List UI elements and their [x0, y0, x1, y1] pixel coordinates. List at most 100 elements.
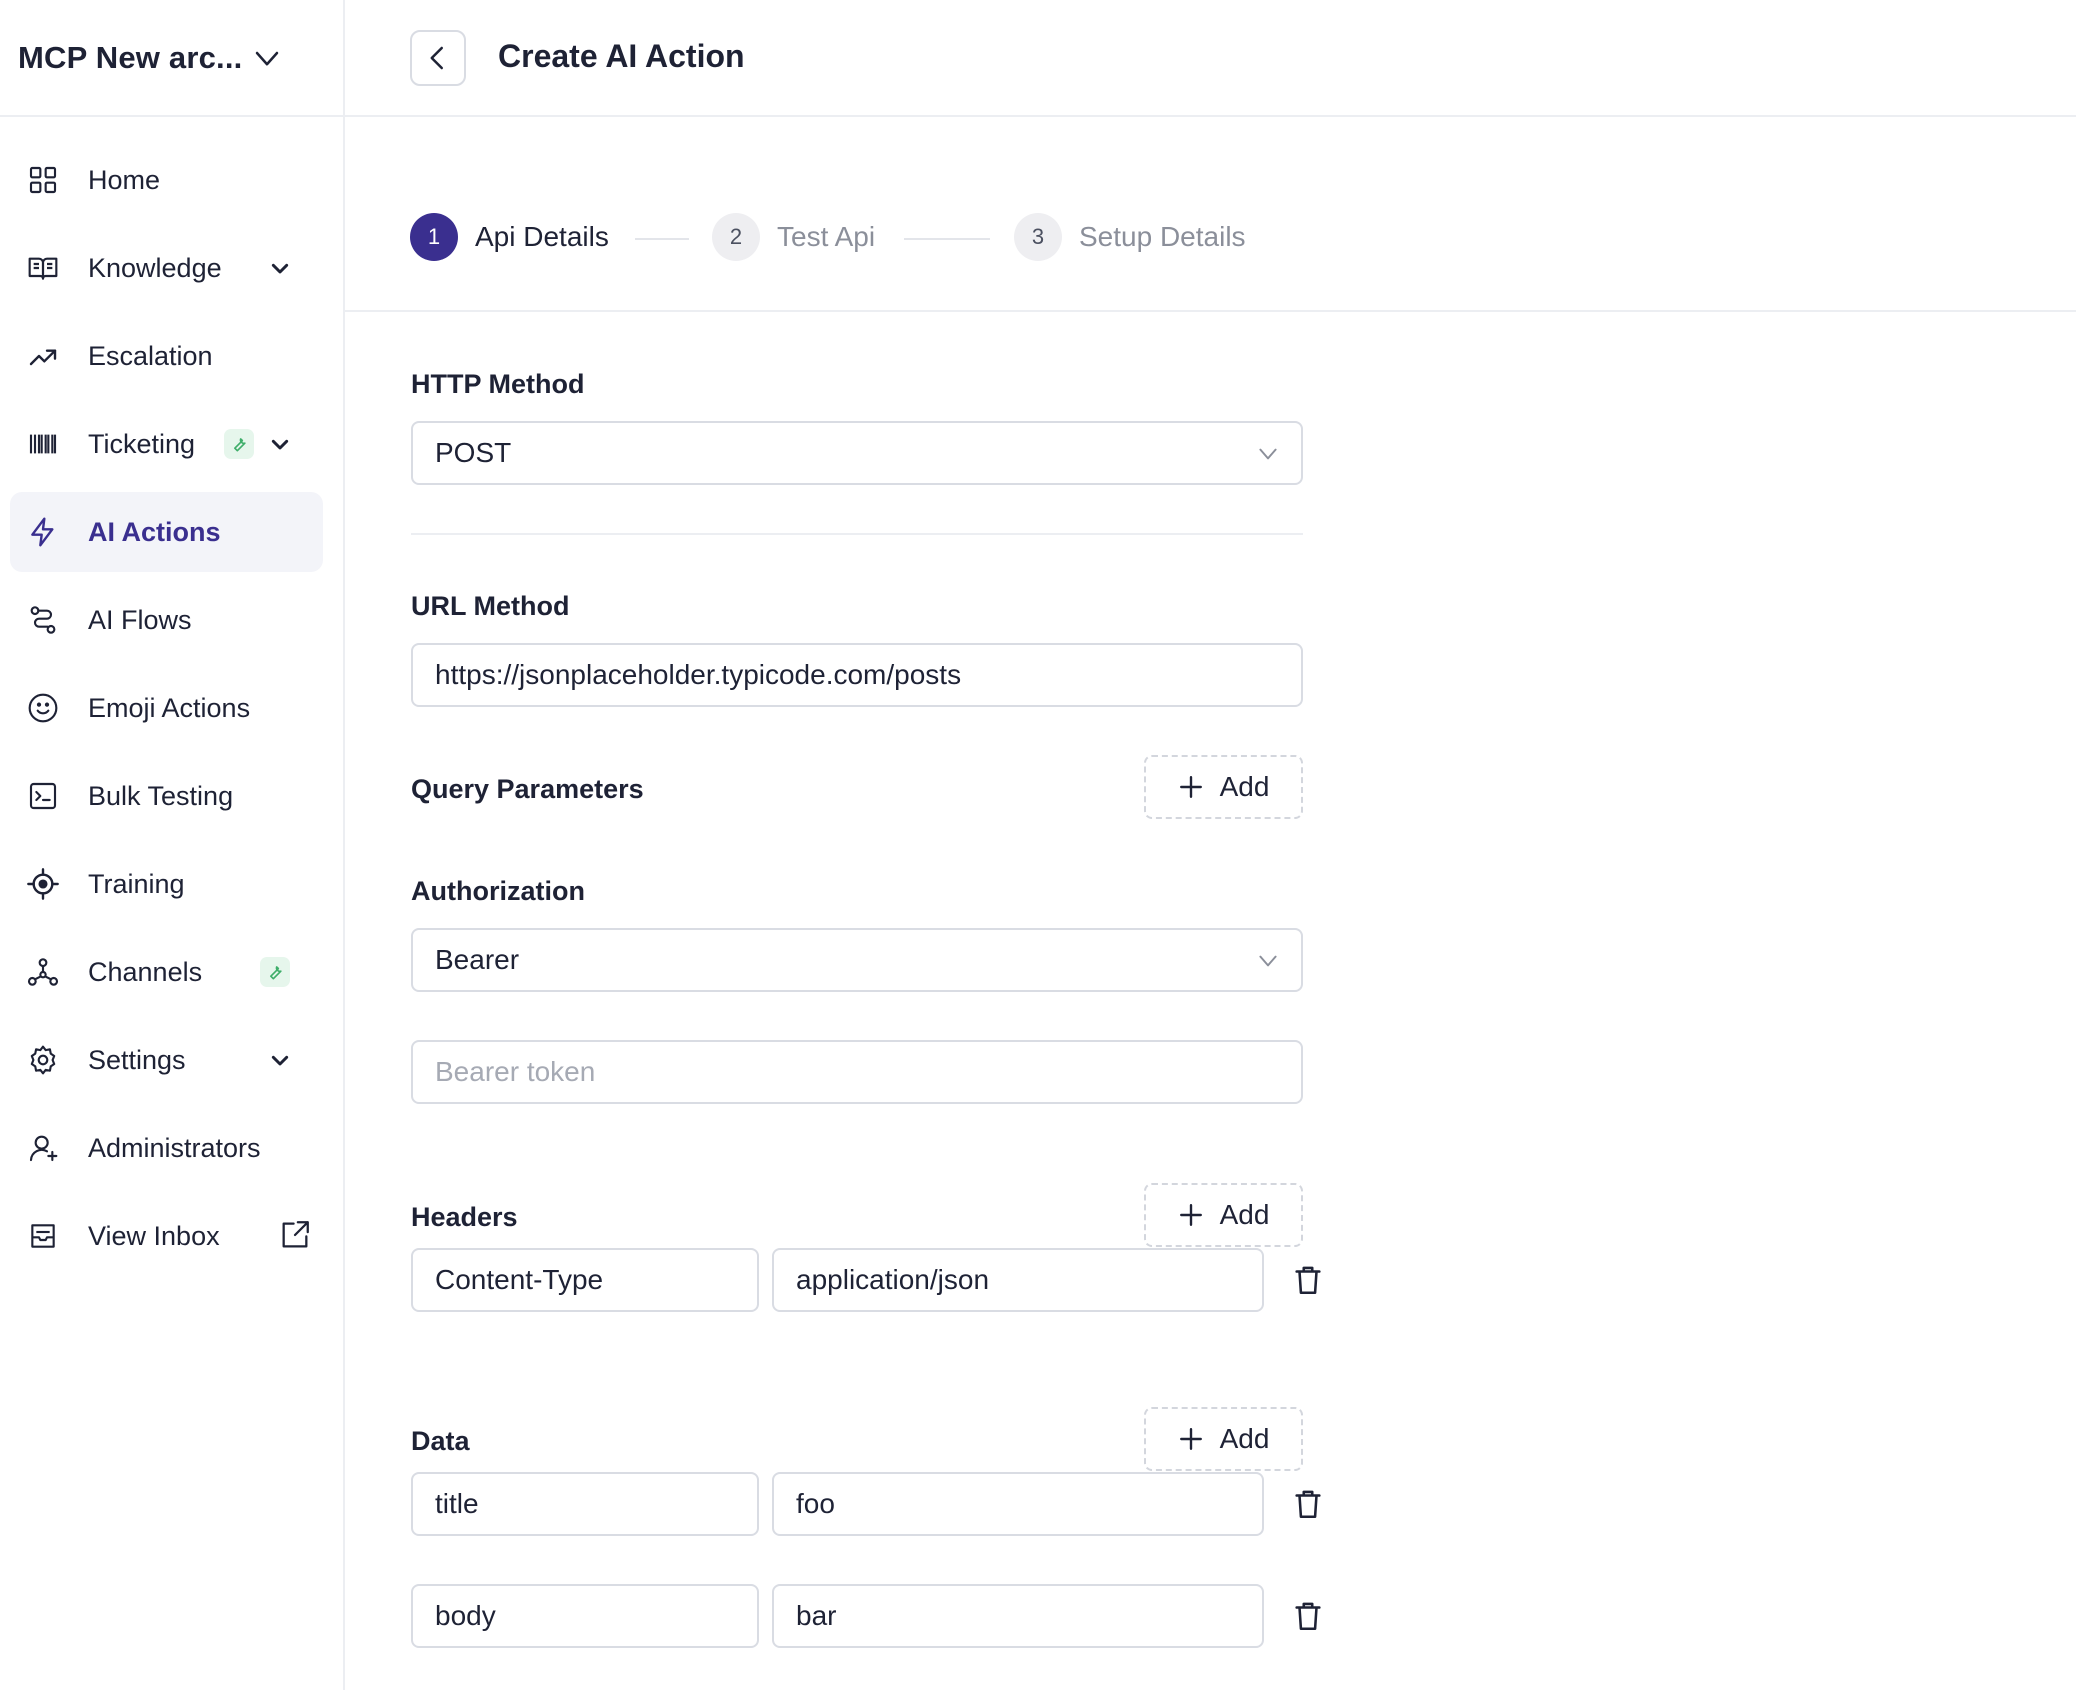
sidebar-item-escalation[interactable]: Escalation	[10, 316, 323, 396]
workspace-name: MCP New arc...	[18, 39, 243, 75]
sidebar-item-bulk-testing[interactable]: Bulk Testing	[10, 756, 323, 836]
step-number: 2	[712, 213, 760, 261]
trash-icon[interactable]	[1291, 1263, 1325, 1297]
step-number: 3	[1014, 213, 1062, 261]
sidebar-item-label: AI Flows	[88, 604, 192, 635]
data-value-value: bar	[796, 1600, 837, 1631]
trash-icon[interactable]	[1291, 1599, 1325, 1633]
url-value: https://jsonplaceholder.typicode.com/pos…	[435, 659, 962, 690]
url-method-label: URL Method	[411, 591, 570, 621]
data-key-value: body	[435, 1600, 496, 1631]
target-icon	[26, 867, 60, 901]
sidebar-item-label: Home	[88, 164, 161, 195]
add-label: Add	[1219, 1423, 1270, 1454]
plus-icon	[1178, 1426, 1204, 1452]
gear-icon	[26, 1043, 60, 1077]
sidebar-item-label: View Inbox	[88, 1220, 220, 1251]
external-link-icon[interactable]	[278, 1218, 312, 1252]
sidebar-item-administrators[interactable]: Administrators	[10, 1108, 323, 1188]
wrench-icon	[224, 429, 254, 459]
chevron-down-icon	[252, 43, 282, 73]
headers-label: Headers	[411, 1202, 518, 1232]
authorization-label: Authorization	[411, 876, 585, 906]
sidebar-item-label: Escalation	[88, 340, 213, 371]
back-button[interactable]	[410, 30, 466, 86]
sidebar-item-label: Knowledge	[88, 252, 222, 283]
data-key-input[interactable]: title	[411, 1472, 759, 1536]
add-data-button[interactable]: Add	[1144, 1407, 1303, 1471]
bearer-token-placeholder: Bearer token	[435, 1056, 596, 1087]
page-title: Create AI Action	[498, 38, 745, 74]
user-add-icon	[26, 1131, 60, 1165]
url-input[interactable]: https://jsonplaceholder.typicode.com/pos…	[411, 643, 1303, 707]
data-label: Data	[411, 1426, 470, 1456]
header-key-value: Content-Type	[435, 1264, 604, 1295]
sidebar-item-label: Emoji Actions	[88, 692, 251, 723]
step-setup-details[interactable]: 3 Setup Details	[1014, 213, 1246, 261]
flow-icon	[26, 603, 60, 637]
authorization-value: Bearer	[435, 944, 520, 975]
sidebar-item-emoji-actions[interactable]: Emoji Actions	[10, 668, 323, 748]
sidebar-item-label: Channels	[88, 956, 203, 987]
data-key-input[interactable]: body	[411, 1584, 759, 1648]
sidebar-item-home[interactable]: Home	[10, 140, 323, 220]
terminal-icon	[26, 779, 60, 813]
step-label: Test Api	[777, 221, 876, 252]
header-value-value: application/json	[796, 1264, 990, 1295]
step-connector	[635, 238, 689, 240]
step-test-api[interactable]: 2 Test Api	[712, 213, 875, 261]
sidebar-item-label: Ticketing	[88, 428, 196, 459]
trash-icon[interactable]	[1291, 1487, 1325, 1521]
step-label: Api Details	[475, 221, 609, 252]
chevron-down-icon[interactable]	[264, 428, 296, 460]
add-label: Add	[1219, 771, 1270, 802]
query-parameters-label: Query Parameters	[411, 774, 644, 804]
barcode-icon	[26, 427, 60, 461]
plus-icon	[1178, 1202, 1204, 1228]
sidebar-item-settings[interactable]: Settings	[10, 1020, 323, 1100]
chevron-down-icon[interactable]	[264, 1044, 296, 1076]
http-method-label: HTTP Method	[411, 369, 585, 399]
data-value-input[interactable]: bar	[772, 1584, 1264, 1648]
chevron-down-icon	[1255, 441, 1281, 467]
step-number: 1	[410, 213, 458, 261]
book-icon	[26, 251, 60, 285]
smile-icon	[26, 691, 60, 725]
section-divider	[411, 533, 1303, 535]
data-key-value: title	[435, 1488, 479, 1519]
add-header-button[interactable]: Add	[1144, 1183, 1303, 1247]
sidebar-item-ai-actions[interactable]: AI Actions	[10, 492, 323, 572]
step-api-details[interactable]: 1 Api Details	[410, 213, 609, 261]
wrench-icon	[260, 957, 290, 987]
header-value-input[interactable]: application/json	[772, 1248, 1264, 1312]
chevron-left-icon	[423, 43, 453, 73]
sidebar-item-label: AI Actions	[88, 516, 221, 547]
page-header: Create AI Action	[345, 0, 2076, 117]
http-method-select[interactable]: POST	[411, 421, 1303, 485]
header-key-input[interactable]: Content-Type	[411, 1248, 759, 1312]
trend-up-icon	[26, 339, 60, 373]
sidebar-item-label: Training	[88, 868, 185, 899]
data-value-input[interactable]: foo	[772, 1472, 1264, 1536]
sidebar-item-channels[interactable]: Channels	[10, 932, 323, 1012]
sidebar-item-training[interactable]: Training	[10, 844, 323, 924]
chevron-down-icon[interactable]	[264, 252, 296, 284]
sidebar-item-knowledge[interactable]: Knowledge	[10, 228, 323, 308]
sidebar-item-ai-flows[interactable]: AI Flows	[10, 580, 323, 660]
grid-icon	[26, 163, 60, 197]
sidebar-item-view-inbox[interactable]: View Inbox	[10, 1196, 323, 1276]
workspace-switcher[interactable]: MCP New arc...	[0, 0, 345, 117]
inbox-icon	[26, 1219, 60, 1253]
plus-icon	[1178, 774, 1204, 800]
sidebar-item-label: Settings	[88, 1044, 186, 1075]
http-method-value: POST	[435, 437, 512, 468]
step-connector	[904, 238, 990, 240]
sidebar-item-label: Bulk Testing	[88, 780, 234, 811]
lightning-icon	[26, 515, 60, 549]
add-query-parameter-button[interactable]: Add	[1144, 755, 1303, 819]
stepper: 1 Api Details 2 Test Api 3 Setup Details	[345, 117, 2076, 312]
bearer-token-input[interactable]: Bearer token	[411, 1040, 1303, 1104]
add-label: Add	[1219, 1199, 1270, 1230]
sidebar-item-ticketing[interactable]: Ticketing	[10, 404, 323, 484]
authorization-select[interactable]: Bearer	[411, 928, 1303, 992]
